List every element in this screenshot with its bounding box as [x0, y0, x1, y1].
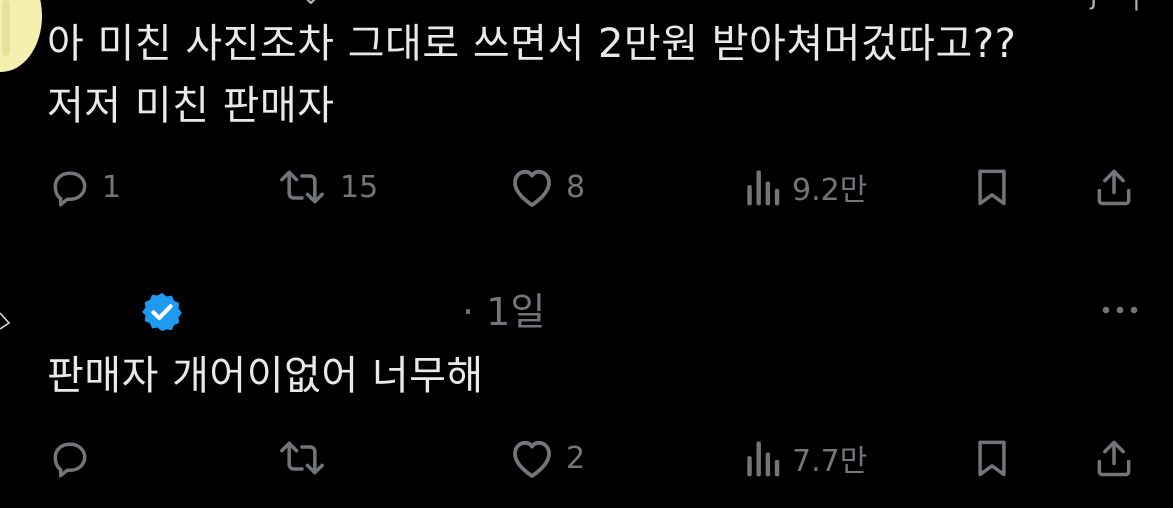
- like-button[interactable]: 8: [508, 159, 585, 215]
- reply-button[interactable]: [48, 430, 102, 486]
- reply-header: · 1일: [0, 283, 1173, 343]
- bar-chart-icon: [742, 436, 782, 480]
- repost-arrows-icon: [274, 165, 330, 209]
- reply-button[interactable]: 1: [48, 159, 121, 215]
- reply-timestamp[interactable]: · 1일: [462, 287, 545, 337]
- like-count: 2: [566, 440, 586, 476]
- share-upload-icon: [1092, 165, 1136, 209]
- repost-button[interactable]: [274, 430, 340, 486]
- views-count: 9.2만: [792, 173, 868, 208]
- share-button[interactable]: [1092, 430, 1136, 486]
- author-name[interactable]: [10, 297, 130, 327]
- reply-count: 1: [102, 169, 122, 205]
- cropped-glyph: ⌄: [300, 0, 322, 9]
- like-button[interactable]: 2: [508, 430, 585, 486]
- cropped-glyph: ◠: [410, 0, 433, 9]
- more-button[interactable]: [1095, 295, 1145, 325]
- cropped-glyph: ʃ: [1090, 0, 1099, 9]
- more-dots-icon: [1098, 301, 1142, 320]
- heart-icon: [508, 436, 556, 480]
- reply-text: 판매자 개어이없어 너무해: [47, 353, 484, 399]
- post-text-line-2: 저저 미친 판매자: [47, 83, 335, 129]
- views-button[interactable]: 9.2만: [742, 159, 867, 215]
- speech-bubble-icon: [48, 165, 92, 209]
- repost-arrows-icon: [274, 436, 330, 480]
- share-upload-icon: [1092, 436, 1136, 480]
- bookmark-icon: [970, 436, 1014, 480]
- bar-chart-icon: [742, 165, 782, 209]
- like-count: 8: [566, 169, 586, 205]
- verified-badge-icon: [140, 290, 184, 338]
- speech-bubble-icon: [48, 436, 92, 480]
- post-action-bar: 1 15 8 9.2만: [0, 159, 1173, 215]
- share-button[interactable]: [1092, 159, 1136, 215]
- post-text-line-1: 아 미친 사진조차 그대로 쓰면서 2만원 받아쳐머겄따고??: [47, 21, 1017, 67]
- author-handle[interactable]: [200, 299, 440, 325]
- heart-icon: [508, 165, 556, 209]
- avatar[interactable]: [0, 0, 42, 72]
- views-button[interactable]: 7.7만: [742, 430, 867, 486]
- cropped-glyph: |: [1132, 0, 1141, 9]
- bookmark-button[interactable]: [970, 430, 1014, 486]
- repost-count: 15: [340, 169, 379, 205]
- views-count: 7.7만: [792, 444, 868, 479]
- reply-action-bar: 2 7.7만: [0, 430, 1173, 486]
- bookmark-icon: [970, 165, 1014, 209]
- bookmark-button[interactable]: [970, 159, 1014, 215]
- repost-button[interactable]: 15: [274, 159, 378, 215]
